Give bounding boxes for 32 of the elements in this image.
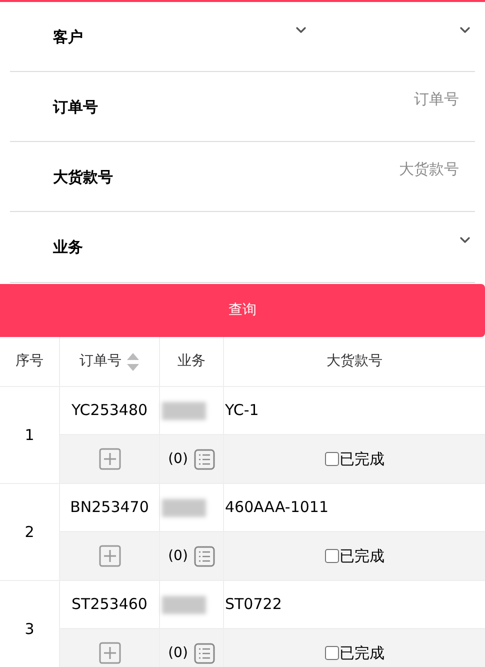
column-header[interactable]: 订单号 <box>60 337 160 386</box>
count-text: (0) <box>168 546 188 566</box>
input-field[interactable]: 订单号 <box>259 88 459 110</box>
column-header: 业务 <box>160 337 224 386</box>
field-label: 订单号 <box>53 97 98 118</box>
done-checkbox[interactable] <box>324 549 338 563</box>
count-text: (0) <box>168 450 188 468</box>
add-icon[interactable] <box>98 642 120 664</box>
table-cell: ST253460 <box>60 581 160 628</box>
checkbox-label: 已完成 <box>340 546 384 567</box>
field-label: 业务 <box>53 237 83 258</box>
sort-icon[interactable] <box>126 352 140 372</box>
done-checkbox[interactable] <box>324 452 338 466</box>
add-icon[interactable] <box>98 545 120 567</box>
column-header: 大货款号 <box>326 352 384 371</box>
table-cell: YC253480 <box>60 387 160 434</box>
checkbox-label: 已完成 <box>340 448 384 470</box>
column-header: 序号 <box>0 337 60 386</box>
list-icon[interactable] <box>194 448 215 470</box>
input-field[interactable]: 大货款号 <box>259 158 459 180</box>
count-text: (0) <box>168 644 188 662</box>
table-cell: BN253470 <box>60 484 160 531</box>
table-cell-text: 460AAA-1011 <box>224 497 330 518</box>
list-icon[interactable] <box>194 642 215 664</box>
table-cell-text: YC-1 <box>224 400 260 422</box>
field-label: 大货款号 <box>53 167 113 188</box>
field-label: 客户 <box>53 27 83 48</box>
list-icon[interactable] <box>194 546 215 566</box>
checkbox-label: 已完成 <box>340 642 384 664</box>
done-checkbox[interactable] <box>324 646 338 660</box>
add-icon[interactable] <box>98 448 120 470</box>
table-cell-text: ST0722 <box>224 594 283 616</box>
